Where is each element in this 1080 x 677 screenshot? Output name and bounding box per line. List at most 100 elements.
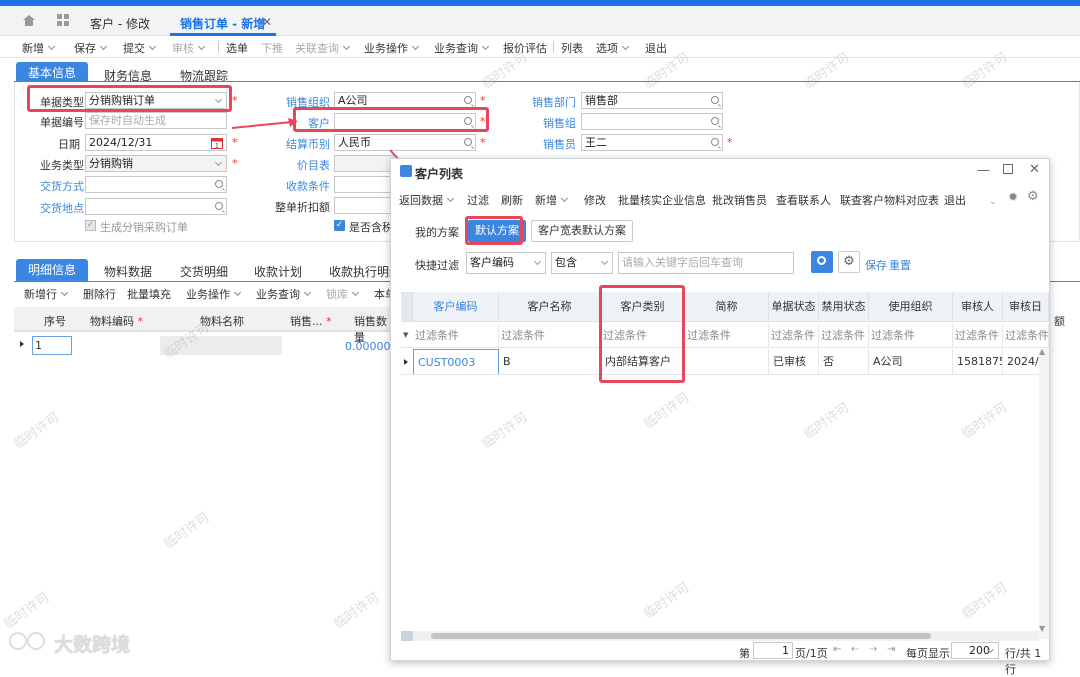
- last-page-icon[interactable]: ⇥: [887, 644, 895, 655]
- col-bill-status[interactable]: 单据状态: [769, 292, 819, 321]
- save-button[interactable]: 保存: [74, 40, 108, 56]
- assign-saler-button[interactable]: 批改销售员: [712, 192, 767, 208]
- filter-field-select[interactable]: 客户编码: [466, 252, 546, 274]
- quick-search-input[interactable]: 请输入关键字后回车查询: [618, 252, 794, 274]
- options-button[interactable]: 选项: [596, 40, 630, 56]
- audit-button[interactable]: 审核: [172, 40, 206, 56]
- exit-button[interactable]: 退出: [645, 40, 667, 56]
- use-org-cell[interactable]: A公司: [869, 349, 953, 374]
- sale-group-field[interactable]: [581, 113, 723, 130]
- disable-status-cell[interactable]: 否: [819, 349, 869, 374]
- col-audit-date[interactable]: 审核日: [1003, 292, 1049, 321]
- per-page-select[interactable]: 200: [951, 642, 999, 659]
- more-icon[interactable]: ⌄: [989, 197, 997, 207]
- next-page-icon[interactable]: ⇢: [869, 644, 877, 655]
- new-button[interactable]: 新增: [22, 40, 56, 56]
- delete-row-button[interactable]: 删除行: [83, 286, 116, 302]
- link-material-button[interactable]: 联查客户物料对应表: [840, 192, 939, 208]
- filter-cell[interactable]: 过滤条件: [499, 324, 601, 347]
- col-short-name[interactable]: 简称: [685, 292, 769, 321]
- tab-customer-edit[interactable]: 客户 - 修改: [90, 15, 150, 32]
- page-number-input[interactable]: 1: [753, 642, 793, 659]
- tab-detail-info[interactable]: 明细信息: [16, 259, 89, 281]
- view-contact-button[interactable]: 查看联系人: [776, 192, 831, 208]
- scroll-down-icon[interactable]: ▼: [1039, 624, 1045, 633]
- close-icon[interactable]: ✕: [1029, 162, 1040, 177]
- calendar-icon[interactable]: 1: [211, 137, 223, 149]
- auditor-cell[interactable]: 15818753: [953, 349, 1003, 374]
- customer-name-cell[interactable]: B: [499, 349, 601, 374]
- saler-field[interactable]: 王二: [581, 134, 723, 151]
- col-auditor[interactable]: 审核人: [953, 292, 1003, 321]
- col-customer-code[interactable]: 客户编码: [413, 292, 499, 321]
- filter-button[interactable]: 过滤: [467, 192, 489, 208]
- bill-no-field[interactable]: 保存时自动生成: [85, 112, 227, 129]
- return-data-button[interactable]: 返回数据: [399, 192, 455, 208]
- sale-dept-field[interactable]: 销售部: [581, 92, 723, 109]
- biz-op-button[interactable]: 业务操作: [364, 40, 420, 56]
- price-list-field[interactable]: [334, 155, 394, 172]
- col-use-org[interactable]: 使用组织: [869, 292, 953, 321]
- refresh-button[interactable]: 刷新: [501, 192, 523, 208]
- tab-basic-info[interactable]: 基本信息: [16, 62, 89, 84]
- dialog-exit-button[interactable]: 退出: [944, 192, 966, 208]
- row-seq-cell[interactable]: 1: [32, 336, 72, 355]
- customer-code-cell[interactable]: CUST0003: [413, 349, 499, 374]
- search-button[interactable]: [811, 251, 833, 273]
- search-icon[interactable]: [215, 202, 223, 210]
- maximize-icon[interactable]: [1003, 164, 1013, 174]
- col-disable-status[interactable]: 禁用状态: [819, 292, 869, 321]
- filter-cell[interactable]: 过滤条件: [413, 324, 499, 347]
- close-icon[interactable]: ✕: [262, 15, 272, 29]
- tab-trade-detail[interactable]: 交货明细: [180, 263, 228, 280]
- search-icon[interactable]: [215, 180, 223, 188]
- price-list-label[interactable]: 价目表: [280, 157, 330, 173]
- wide-scheme-button[interactable]: 客户宽表默认方案: [531, 220, 633, 242]
- vertical-scrollbar[interactable]: [1039, 349, 1049, 639]
- bill-status-cell[interactable]: 已审核: [769, 349, 819, 374]
- receipt-cond-label[interactable]: 收款条件: [280, 178, 330, 194]
- list-button[interactable]: 列表: [561, 40, 583, 56]
- sale-dept-label[interactable]: 销售部门: [526, 94, 576, 110]
- filter-op-select[interactable]: 包含: [551, 252, 613, 274]
- lock-stock-button[interactable]: 锁库: [326, 286, 360, 302]
- trade-place-field[interactable]: [85, 198, 227, 215]
- scroll-up-icon[interactable]: ▲: [1039, 347, 1045, 356]
- push-down-button[interactable]: 下推: [261, 40, 283, 56]
- short-name-cell[interactable]: [685, 349, 769, 374]
- saler-label[interactable]: 销售员: [526, 136, 576, 152]
- tax-included-checkbox[interactable]: ✓: [334, 220, 345, 231]
- home-icon[interactable]: [22, 14, 36, 27]
- tab-receipt-plan[interactable]: 收款计划: [254, 263, 302, 280]
- reset-link[interactable]: 重置: [889, 257, 911, 273]
- dialog-new-button[interactable]: 新增: [535, 192, 569, 208]
- select-bill-button[interactable]: 选单: [226, 40, 248, 56]
- bulb-icon[interactable]: ✹: [1008, 190, 1018, 204]
- add-row-button[interactable]: 新增行: [24, 286, 69, 302]
- receipt-cond-field[interactable]: [334, 176, 394, 193]
- detail-biz-op-button[interactable]: 业务操作: [186, 286, 242, 302]
- filter-cell[interactable]: 过滤条件: [769, 324, 819, 347]
- submit-button[interactable]: 提交: [123, 40, 157, 56]
- col-customer-name[interactable]: 客户名称: [499, 292, 601, 321]
- tab-material-data[interactable]: 物料数据: [104, 263, 152, 280]
- biz-query-button[interactable]: 业务查询: [434, 40, 490, 56]
- related-query-button[interactable]: 关联查询: [295, 40, 351, 56]
- filter-cell[interactable]: 过滤条件: [869, 324, 953, 347]
- table-row[interactable]: CUST0003 B 内部结算客户 已审核 否 A公司 15818753 202…: [401, 349, 1049, 375]
- trade-place-label[interactable]: 交货地点: [40, 200, 84, 216]
- filter-cell[interactable]: 过滤条件: [819, 324, 869, 347]
- quote-button[interactable]: 报价评估: [503, 40, 547, 56]
- minimize-icon[interactable]: —: [977, 163, 990, 178]
- prev-page-icon[interactable]: ⇠: [851, 644, 859, 655]
- horizontal-scrollbar[interactable]: [401, 631, 1039, 641]
- filter-cell[interactable]: 过滤条件: [953, 324, 1003, 347]
- filter-settings-button[interactable]: ⚙: [838, 251, 860, 273]
- first-page-icon[interactable]: ⇤: [833, 644, 841, 655]
- save-scheme-link[interactable]: 保存: [865, 257, 887, 273]
- apps-grid-icon[interactable]: [57, 14, 70, 27]
- edit-button[interactable]: 修改: [584, 192, 606, 208]
- batch-verify-button[interactable]: 批量核实企业信息: [618, 192, 706, 208]
- detail-biz-query-button[interactable]: 业务查询: [256, 286, 312, 302]
- scrollbar-thumb[interactable]: [431, 633, 931, 639]
